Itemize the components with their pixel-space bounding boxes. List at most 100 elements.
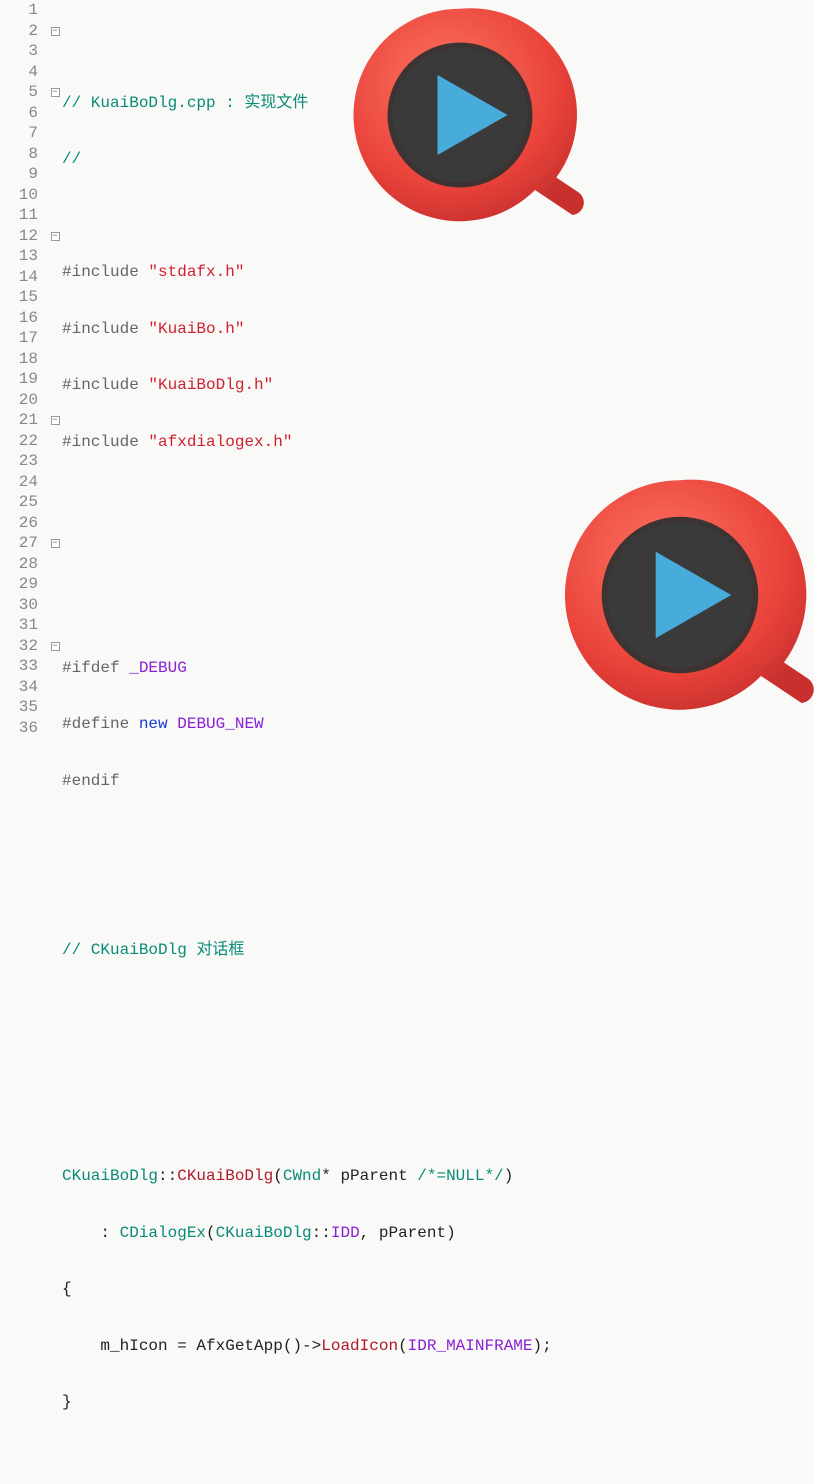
fold-toggle-icon[interactable]: −	[51, 88, 60, 97]
line-number: 30	[0, 595, 38, 616]
preproc: #endif	[62, 772, 120, 790]
string-literal: "KuaiBo.h"	[148, 320, 244, 338]
fold-cell	[48, 185, 62, 206]
fold-cell	[48, 123, 62, 144]
fold-cell	[48, 513, 62, 534]
fold-cell[interactable]: −	[48, 21, 62, 42]
fold-cell	[48, 595, 62, 616]
fold-toggle-icon[interactable]: −	[51, 642, 60, 651]
line-number: 13	[0, 246, 38, 267]
string-literal: "afxdialogex.h"	[148, 433, 292, 451]
line-number: 17	[0, 328, 38, 349]
line-number: 25	[0, 492, 38, 513]
fold-cell[interactable]: −	[48, 410, 62, 431]
preproc: #include	[62, 263, 148, 281]
line-number: 26	[0, 513, 38, 534]
fold-cell	[48, 390, 62, 411]
preproc: #include	[62, 376, 148, 394]
fold-cell[interactable]: −	[48, 636, 62, 657]
fold-cell	[48, 164, 62, 185]
line-number: 34	[0, 677, 38, 698]
line-number: 28	[0, 554, 38, 575]
fold-column[interactable]: − − − − − −	[48, 0, 62, 1484]
line-number: 4	[0, 62, 38, 83]
fold-cell	[48, 246, 62, 267]
line-number: 33	[0, 656, 38, 677]
code-editor[interactable]: 1234567891011121314151617181920212223242…	[0, 0, 814, 1484]
line-number: 16	[0, 308, 38, 329]
macro: _DEBUG	[129, 659, 187, 677]
line-number: 23	[0, 451, 38, 472]
line-number: 27	[0, 533, 38, 554]
string-literal: "stdafx.h"	[148, 263, 244, 281]
fold-cell	[48, 472, 62, 493]
fold-cell	[48, 492, 62, 513]
fold-cell	[48, 451, 62, 472]
fold-cell	[48, 369, 62, 390]
type-name: CDialogEx	[120, 1224, 206, 1242]
line-number: 1	[0, 0, 38, 21]
fold-cell	[48, 328, 62, 349]
fold-cell[interactable]: −	[48, 82, 62, 103]
line-number: 36	[0, 718, 38, 739]
line-number: 20	[0, 390, 38, 411]
preproc: #define	[62, 715, 139, 733]
preproc: #include	[62, 433, 148, 451]
line-number: 14	[0, 267, 38, 288]
fold-cell	[48, 103, 62, 124]
string-literal: "KuaiBoDlg.h"	[148, 376, 273, 394]
line-number: 6	[0, 103, 38, 124]
fold-cell	[48, 718, 62, 739]
fold-cell	[48, 205, 62, 226]
fold-cell	[48, 349, 62, 370]
code-comment: // CKuaiBoDlg 对话框	[62, 941, 244, 959]
fold-cell	[48, 615, 62, 636]
line-number: 3	[0, 41, 38, 62]
code-area[interactable]: // KuaiBoDlg.cpp : 实现文件 // #include "std…	[62, 0, 814, 1484]
fold-toggle-icon[interactable]: −	[51, 232, 60, 241]
fold-cell	[48, 41, 62, 62]
fold-toggle-icon[interactable]: −	[51, 416, 60, 425]
fold-cell[interactable]: −	[48, 226, 62, 247]
keyword: new	[139, 715, 168, 733]
line-number: 22	[0, 431, 38, 452]
line-number: 32	[0, 636, 38, 657]
line-number: 5	[0, 82, 38, 103]
line-number: 35	[0, 697, 38, 718]
fold-cell	[48, 656, 62, 677]
line-number: 8	[0, 144, 38, 165]
line-number: 21	[0, 410, 38, 431]
fold-cell	[48, 308, 62, 329]
type-name: CWnd	[283, 1167, 321, 1185]
line-number: 31	[0, 615, 38, 636]
line-number: 15	[0, 287, 38, 308]
line-number: 11	[0, 205, 38, 226]
preproc: #ifdef	[62, 659, 129, 677]
fold-cell	[48, 62, 62, 83]
fold-cell	[48, 144, 62, 165]
fold-toggle-icon[interactable]: −	[51, 27, 60, 36]
preproc: #include	[62, 320, 148, 338]
fold-cell	[48, 697, 62, 718]
line-number: 29	[0, 574, 38, 595]
line-number: 9	[0, 164, 38, 185]
fold-cell	[48, 574, 62, 595]
type-name: CKuaiBoDlg	[62, 1167, 158, 1185]
macro: DEBUG_NEW	[177, 715, 263, 733]
line-number: 24	[0, 472, 38, 493]
line-number: 7	[0, 123, 38, 144]
line-number: 2	[0, 21, 38, 42]
fold-toggle-icon[interactable]: −	[51, 539, 60, 548]
fold-cell[interactable]: −	[48, 533, 62, 554]
line-number: 18	[0, 349, 38, 370]
fold-cell	[48, 267, 62, 288]
fold-cell	[48, 677, 62, 698]
line-number: 12	[0, 226, 38, 247]
fold-cell	[48, 554, 62, 575]
function-name: CKuaiBoDlg	[177, 1167, 273, 1185]
fold-cell	[48, 0, 62, 21]
function-name: LoadIcon	[321, 1337, 398, 1355]
line-number: 10	[0, 185, 38, 206]
fold-cell	[48, 431, 62, 452]
code-comment: //	[62, 150, 81, 168]
